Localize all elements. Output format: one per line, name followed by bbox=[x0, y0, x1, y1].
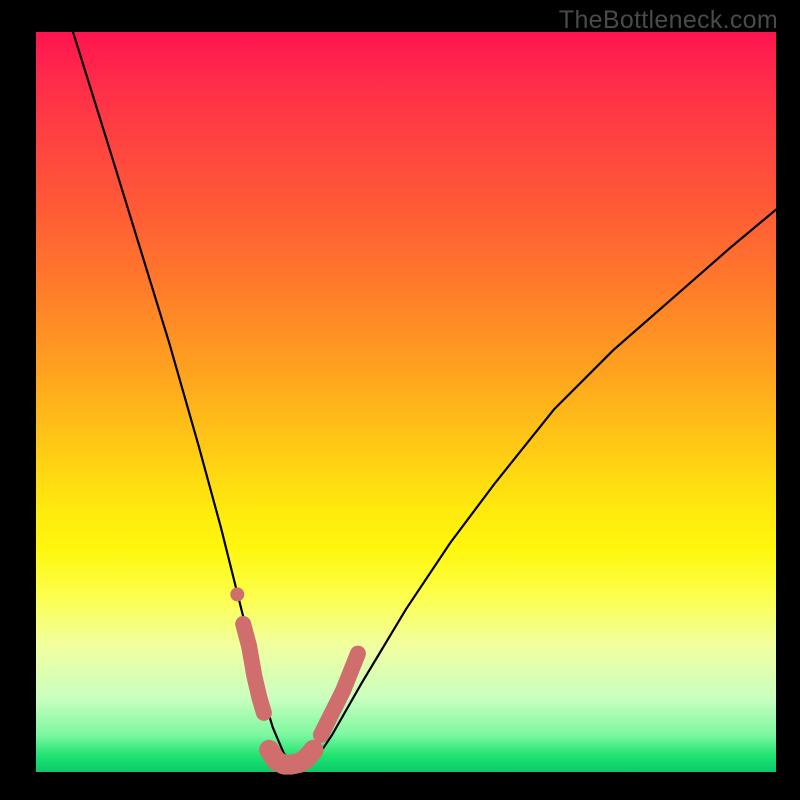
chart-overlay bbox=[36, 32, 776, 772]
highlight-left bbox=[243, 624, 264, 713]
watermark-text: TheBottleneck.com bbox=[559, 6, 778, 35]
chart-frame: TheBottleneck.com bbox=[0, 0, 800, 800]
bottleneck-curve bbox=[73, 32, 776, 765]
highlight-valley bbox=[269, 750, 313, 765]
highlight-dot-left bbox=[230, 587, 244, 601]
